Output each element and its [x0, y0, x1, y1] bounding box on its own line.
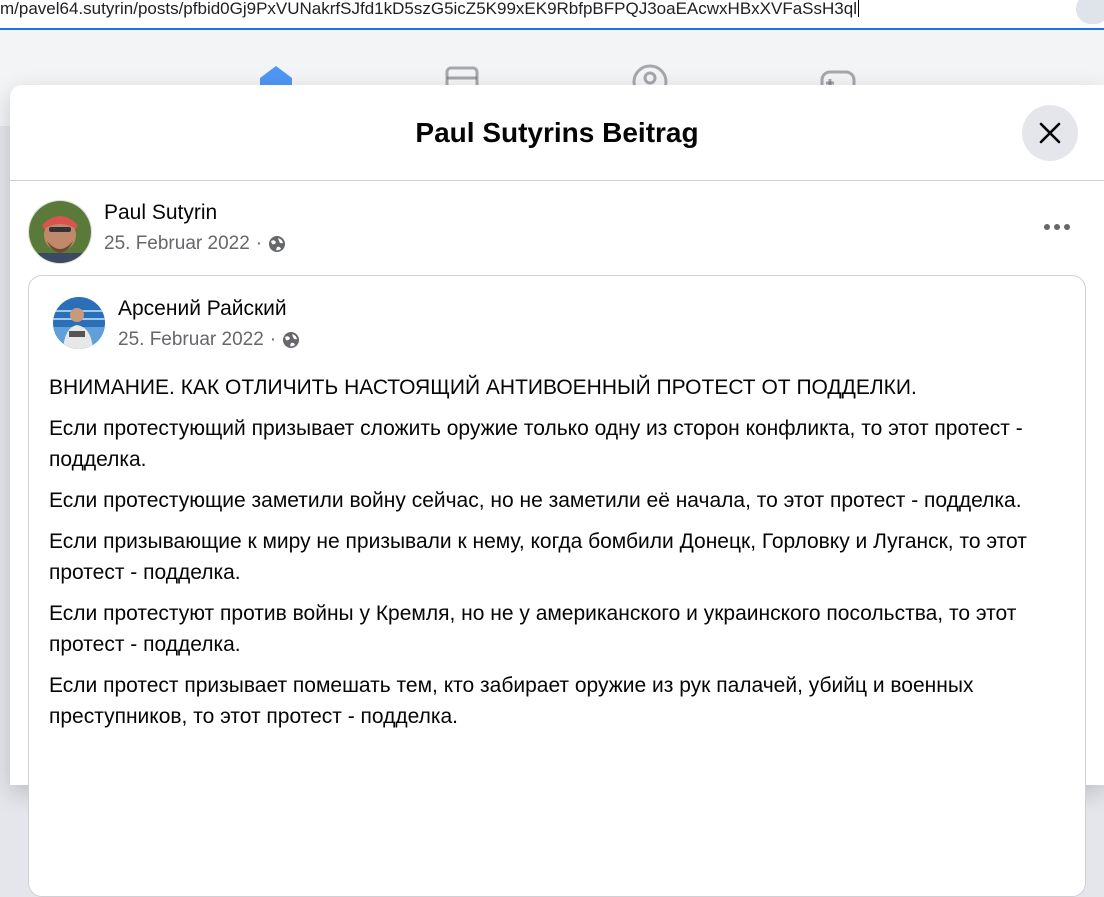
url-input[interactable]: m/pavel64.sutyrin/posts/pfbid0Gj9PxVUNak… [0, 0, 859, 19]
post-options-button[interactable] [1040, 215, 1074, 239]
google-lens-button[interactable] [1076, 0, 1104, 24]
post-paragraph: Если протестующие заметили войну сейчас,… [49, 489, 1022, 512]
post-dialog: Paul Sutyrins Beitrag Paul Sutyrin 25. F… [10, 85, 1104, 897]
author-name-link[interactable]: Paul Sutyrin [104, 201, 217, 225]
globe-icon[interactable] [268, 235, 286, 253]
close-button[interactable] [1022, 105, 1078, 161]
globe-icon[interactable] [282, 331, 300, 349]
shared-post-date-link[interactable]: 25. Februar 2022 [118, 329, 264, 351]
shared-author-name-link[interactable]: Арсений Райский [118, 297, 287, 321]
post-paragraph: Если протестующий призывает сложить оруж… [49, 417, 1023, 471]
shared-author-avatar[interactable] [53, 297, 105, 349]
shared-post-card: Арсений Райский 25. Februar 2022 · ВНИМА… [28, 275, 1086, 897]
post-text: ВНИМАНИЕ. КАК ОТЛИЧИТЬ НАСТОЯЩИЙ АНТИВОЕ… [49, 372, 1069, 742]
post-paragraph: Если протестуют против войны у Кремля, н… [49, 602, 1017, 656]
shared-post-meta: 25. Februar 2022 · [118, 329, 300, 351]
meta-separator: · [269, 329, 277, 350]
meta-separator: · [255, 233, 263, 254]
post-meta: 25. Februar 2022 · [104, 233, 286, 255]
more-horizontal-icon [1044, 224, 1050, 230]
dialog-header: Paul Sutyrins Beitrag [10, 85, 1104, 181]
close-icon [1039, 122, 1061, 144]
post-paragraph: Если призывающие к миру не призывали к н… [49, 530, 1027, 584]
author-avatar[interactable] [28, 200, 92, 264]
post-paragraph: Если протест призывает помешать тем, кто… [49, 674, 974, 728]
browser-address-bar[interactable]: m/pavel64.sutyrin/posts/pfbid0Gj9PxVUNak… [0, 0, 1104, 30]
dialog-title: Paul Sutyrins Beitrag [415, 117, 699, 148]
post-paragraph: ВНИМАНИЕ. КАК ОТЛИЧИТЬ НАСТОЯЩИЙ АНТИВОЕ… [49, 376, 917, 399]
post-date-link[interactable]: 25. Februar 2022 [104, 233, 250, 255]
